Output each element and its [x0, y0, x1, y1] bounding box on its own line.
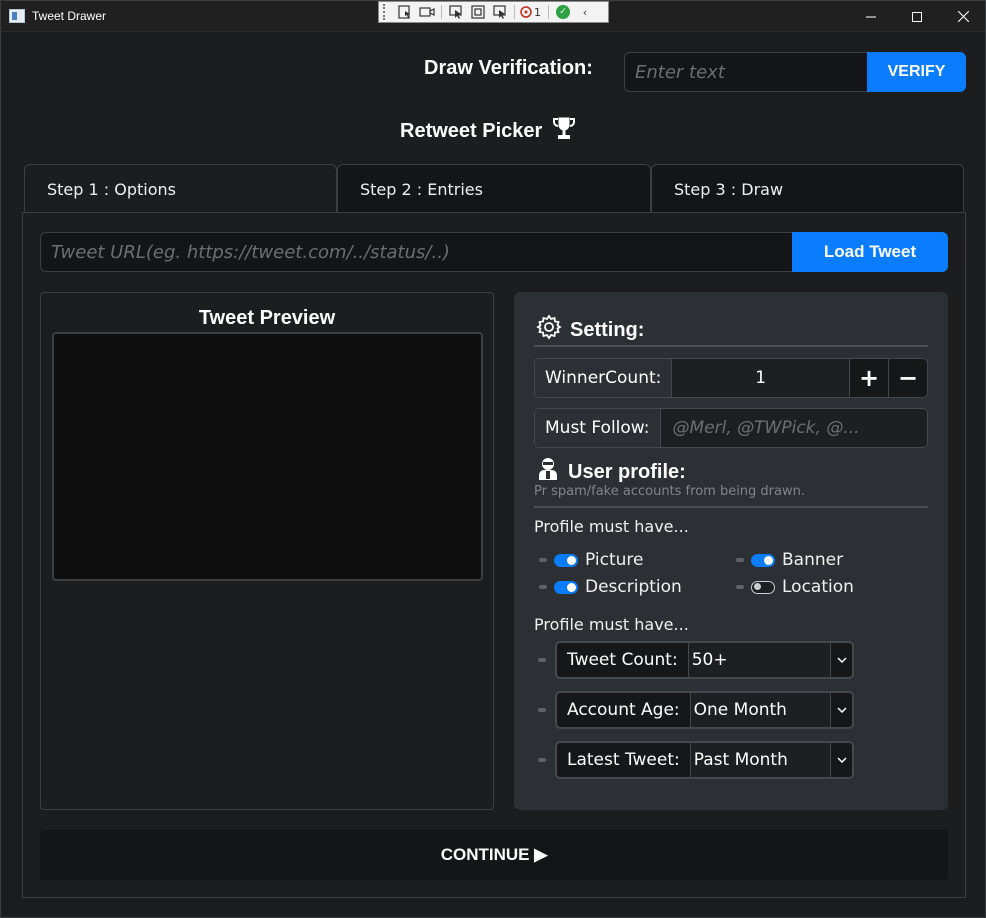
toolbar-separator	[441, 5, 442, 19]
debug-toolbar: 1 ✓ ‹	[378, 1, 609, 23]
must-follow-field: Must Follow: @Merl, @TWPick, @...	[534, 408, 928, 448]
window-title: Tweet Drawer	[32, 9, 107, 23]
toolbar-grip-icon[interactable]	[383, 4, 388, 20]
tweet-preview-panel: Tweet Preview	[40, 292, 494, 810]
hot-reload-ok-icon[interactable]: ✓	[552, 3, 574, 21]
winner-count-label: WinnerCount:	[535, 359, 673, 397]
settings-panel: Setting: WinnerCount: 1 + − Must Follow:…	[514, 292, 948, 810]
page-title-text: Retweet Picker	[400, 119, 543, 142]
location-switch[interactable]	[751, 580, 775, 594]
user-profile-title: User profile:	[568, 460, 686, 483]
toggle-label: Location	[782, 577, 854, 597]
select-value: One Month	[693, 700, 787, 720]
tab-draw[interactable]: Step 3 : Draw	[651, 164, 964, 213]
verify-button[interactable]: VERIFY	[867, 52, 966, 92]
settings-title: Setting:	[570, 318, 645, 341]
account-age-select[interactable]: Account Age: One Month	[555, 691, 854, 729]
app-icon	[9, 9, 25, 23]
decrement-button[interactable]: −	[888, 359, 927, 397]
gear-icon	[536, 314, 562, 346]
tab-options[interactable]: Step 1 : Options	[24, 164, 337, 213]
account-age-row: Account Age: One Month	[538, 691, 854, 729]
trophy-icon	[552, 115, 576, 147]
maximize-icon	[912, 11, 922, 22]
description-switch[interactable]	[554, 580, 578, 594]
live-tree-icon[interactable]	[394, 3, 416, 21]
tweet-preview-title: Tweet Preview	[198, 307, 336, 329]
display-layout-icon[interactable]	[467, 3, 489, 21]
latest-tweet-select[interactable]: Latest Tweet: Past Month	[555, 741, 854, 779]
toolbar-separator	[548, 5, 549, 19]
picture-switch[interactable]	[554, 553, 578, 567]
select-element-icon[interactable]	[445, 3, 467, 21]
toggle-picture[interactable]: Picture	[539, 550, 643, 570]
app-window: Tweet Drawer 1 ✓ ‹ Draw Verification: En…	[0, 0, 986, 918]
must-follow-label: Must Follow:	[535, 409, 661, 447]
page-title: Retweet Picker	[400, 115, 576, 147]
banner-switch[interactable]	[751, 553, 775, 567]
verification-input[interactable]: Enter text	[624, 52, 868, 92]
chevron-down-icon[interactable]	[830, 643, 852, 677]
toggle-banner[interactable]: Banner	[736, 550, 843, 570]
close-button[interactable]	[940, 1, 986, 32]
toggle-label: Description	[585, 577, 682, 597]
maximize-button[interactable]	[894, 1, 940, 32]
chevron-down-icon[interactable]	[830, 743, 852, 777]
select-label: Tweet Count:	[557, 643, 689, 677]
drag-handle-icon	[736, 585, 744, 589]
draw-verification-label: Draw Verification:	[424, 57, 593, 79]
binding-failures-count: 1	[534, 5, 541, 19]
increment-button[interactable]: +	[849, 359, 888, 397]
divider	[534, 345, 928, 347]
drag-handle-icon	[736, 558, 744, 562]
toggle-description[interactable]: Description	[539, 577, 682, 597]
select-value: Past Month	[693, 750, 788, 770]
select-label: Account Age:	[557, 693, 691, 727]
collapse-chevron-icon[interactable]: ‹	[574, 3, 596, 21]
video-icon[interactable]	[416, 3, 438, 21]
toggle-label: Banner	[782, 550, 844, 570]
title-bar: Tweet Drawer 1 ✓ ‹	[1, 1, 985, 32]
settings-header: Setting:	[536, 314, 644, 346]
continue-label: CONTINUE ▶	[440, 845, 548, 864]
divider	[534, 506, 928, 508]
toggle-location[interactable]: Location	[736, 577, 854, 597]
load-tweet-button[interactable]: Load Tweet	[792, 232, 948, 272]
winner-count-value[interactable]: 1	[672, 359, 849, 397]
selects-header: Profile must have...	[534, 615, 689, 634]
drag-handle-icon	[538, 658, 546, 662]
drag-handle-icon	[538, 708, 546, 712]
tweet-preview-area	[52, 332, 483, 581]
chevron-down-icon[interactable]	[830, 693, 852, 727]
drag-handle-icon	[539, 585, 547, 589]
user-profile-subtitle: Pr spam/fake accounts from being drawn.	[534, 484, 805, 499]
tweet-count-row: Tweet Count: 50+	[538, 641, 854, 679]
must-follow-input[interactable]: @Merl, @TWPick, @...	[661, 409, 928, 447]
latest-tweet-row: Latest Tweet: Past Month	[538, 741, 854, 779]
continue-button[interactable]: CONTINUE ▶	[40, 830, 948, 880]
tab-entries[interactable]: Step 2 : Entries	[337, 164, 651, 213]
tweet-url-input[interactable]: Tweet URL(eg. https://tweet.com/../statu…	[40, 232, 793, 272]
winner-count-field: WinnerCount: 1 + −	[534, 358, 928, 398]
toggles-header: Profile must have...	[534, 517, 689, 536]
binding-failures-icon[interactable]	[518, 3, 534, 21]
toggle-label: Picture	[585, 550, 644, 570]
tweet-count-select[interactable]: Tweet Count: 50+	[555, 641, 854, 679]
minimize-button[interactable]	[848, 1, 894, 32]
select-label: Latest Tweet:	[557, 743, 691, 777]
track-focus-icon[interactable]	[489, 3, 511, 21]
toolbar-separator	[514, 5, 515, 19]
drag-handle-icon	[539, 558, 547, 562]
select-value: 50+	[691, 650, 728, 670]
drag-handle-icon	[538, 758, 546, 762]
